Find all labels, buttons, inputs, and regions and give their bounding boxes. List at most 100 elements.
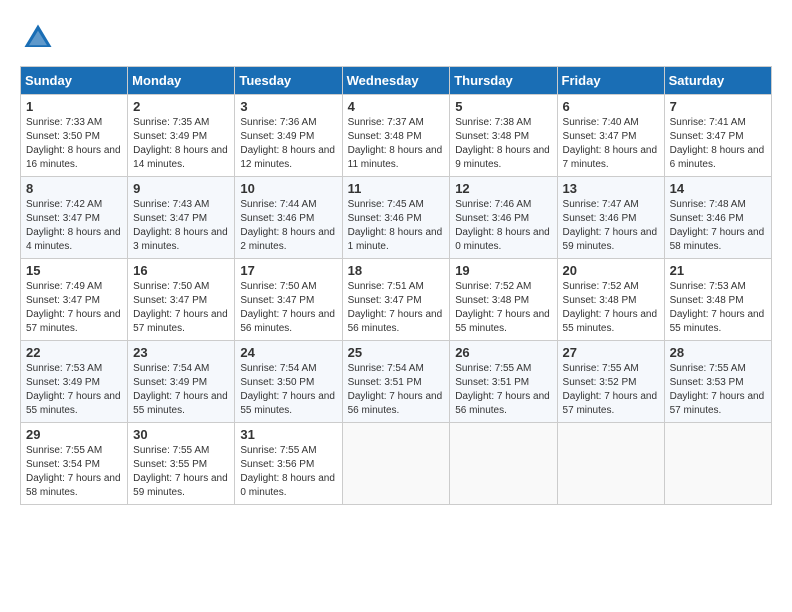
cell-content: Sunrise: 7:36 AMSunset: 3:49 PMDaylight:… — [240, 116, 336, 172]
cell-content: Sunrise: 7:48 AMSunset: 3:46 PMDaylight:… — [670, 198, 766, 254]
calendar-cell: 24 Sunrise: 7:54 AMSunset: 3:50 PMDayligh… — [235, 341, 342, 423]
cell-content: Sunrise: 7:55 AMSunset: 3:53 PMDaylight:… — [670, 362, 766, 418]
day-number: 18 — [348, 263, 445, 278]
cell-content: Sunrise: 7:38 AMSunset: 3:48 PMDaylight:… — [455, 116, 551, 172]
calendar-cell: 10 Sunrise: 7:44 AMSunset: 3:46 PMDayligh… — [235, 177, 342, 259]
calendar-cell: 9 Sunrise: 7:43 AMSunset: 3:47 PMDaylight… — [128, 177, 235, 259]
page-header — [20, 20, 772, 56]
calendar-cell — [557, 423, 664, 505]
cell-content: Sunrise: 7:50 AMSunset: 3:47 PMDaylight:… — [240, 280, 336, 336]
day-number: 1 — [26, 99, 122, 114]
cell-content: Sunrise: 7:54 AMSunset: 3:51 PMDaylight:… — [348, 362, 445, 418]
calendar-cell: 31 Sunrise: 7:55 AMSunset: 3:56 PMDayligh… — [235, 423, 342, 505]
calendar-cell: 22 Sunrise: 7:53 AMSunset: 3:49 PMDayligh… — [21, 341, 128, 423]
calendar-cell: 11 Sunrise: 7:45 AMSunset: 3:46 PMDayligh… — [342, 177, 450, 259]
logo — [20, 20, 62, 56]
calendar-cell: 7 Sunrise: 7:41 AMSunset: 3:47 PMDaylight… — [664, 95, 771, 177]
cell-content: Sunrise: 7:33 AMSunset: 3:50 PMDaylight:… — [26, 116, 122, 172]
day-number: 9 — [133, 181, 229, 196]
calendar-header-monday: Monday — [128, 67, 235, 95]
day-number: 19 — [455, 263, 551, 278]
calendar-cell: 14 Sunrise: 7:48 AMSunset: 3:46 PMDayligh… — [664, 177, 771, 259]
cell-content: Sunrise: 7:50 AMSunset: 3:47 PMDaylight:… — [133, 280, 229, 336]
cell-content: Sunrise: 7:46 AMSunset: 3:46 PMDaylight:… — [455, 198, 551, 254]
day-number: 24 — [240, 345, 336, 360]
calendar-cell: 5 Sunrise: 7:38 AMSunset: 3:48 PMDaylight… — [450, 95, 557, 177]
cell-content: Sunrise: 7:55 AMSunset: 3:54 PMDaylight:… — [26, 444, 122, 500]
calendar-week-3: 15Sunrise: 7:49 AMSunset: 3:47 PMDayligh… — [21, 259, 772, 341]
day-number: 23 — [133, 345, 229, 360]
calendar-header-thursday: Thursday — [450, 67, 557, 95]
day-number: 26 — [455, 345, 551, 360]
cell-content: Sunrise: 7:51 AMSunset: 3:47 PMDaylight:… — [348, 280, 445, 336]
day-number: 11 — [348, 181, 445, 196]
calendar-header-wednesday: Wednesday — [342, 67, 450, 95]
cell-content: Sunrise: 7:53 AMSunset: 3:49 PMDaylight:… — [26, 362, 122, 418]
cell-content: Sunrise: 7:53 AMSunset: 3:48 PMDaylight:… — [670, 280, 766, 336]
cell-content: Sunrise: 7:55 AMSunset: 3:52 PMDaylight:… — [563, 362, 659, 418]
cell-content: Sunrise: 7:43 AMSunset: 3:47 PMDaylight:… — [133, 198, 229, 254]
calendar-cell: 13 Sunrise: 7:47 AMSunset: 3:46 PMDayligh… — [557, 177, 664, 259]
calendar-cell: 6 Sunrise: 7:40 AMSunset: 3:47 PMDaylight… — [557, 95, 664, 177]
calendar-cell: 3 Sunrise: 7:36 AMSunset: 3:49 PMDaylight… — [235, 95, 342, 177]
cell-content: Sunrise: 7:41 AMSunset: 3:47 PMDaylight:… — [670, 116, 766, 172]
cell-content: Sunrise: 7:54 AMSunset: 3:50 PMDaylight:… — [240, 362, 336, 418]
day-number: 31 — [240, 427, 336, 442]
day-number: 20 — [563, 263, 659, 278]
cell-content: Sunrise: 7:47 AMSunset: 3:46 PMDaylight:… — [563, 198, 659, 254]
calendar-cell — [450, 423, 557, 505]
calendar-cell — [342, 423, 450, 505]
calendar-cell: 28 Sunrise: 7:55 AMSunset: 3:53 PMDayligh… — [664, 341, 771, 423]
calendar-table: SundayMondayTuesdayWednesdayThursdayFrid… — [20, 66, 772, 505]
day-number: 6 — [563, 99, 659, 114]
day-number: 25 — [348, 345, 445, 360]
calendar-cell: 19Sunrise: 7:52 AMSunset: 3:48 PMDayligh… — [450, 259, 557, 341]
day-number: 7 — [670, 99, 766, 114]
cell-content: Sunrise: 7:37 AMSunset: 3:48 PMDaylight:… — [348, 116, 445, 172]
cell-content: Sunrise: 7:55 AMSunset: 3:51 PMDaylight:… — [455, 362, 551, 418]
calendar-cell: 4 Sunrise: 7:37 AMSunset: 3:48 PMDaylight… — [342, 95, 450, 177]
day-number: 13 — [563, 181, 659, 196]
cell-content: Sunrise: 7:55 AMSunset: 3:55 PMDaylight:… — [133, 444, 229, 500]
calendar-cell — [664, 423, 771, 505]
calendar-week-1: 1 Sunrise: 7:33 AMSunset: 3:50 PMDaylight… — [21, 95, 772, 177]
calendar-cell: 12 Sunrise: 7:46 AMSunset: 3:46 PMDayligh… — [450, 177, 557, 259]
day-number: 14 — [670, 181, 766, 196]
calendar-cell: 26 Sunrise: 7:55 AMSunset: 3:51 PMDayligh… — [450, 341, 557, 423]
day-number: 22 — [26, 345, 122, 360]
cell-content: Sunrise: 7:55 AMSunset: 3:56 PMDaylight:… — [240, 444, 336, 500]
calendar-header-tuesday: Tuesday — [235, 67, 342, 95]
calendar-week-4: 22 Sunrise: 7:53 AMSunset: 3:49 PMDayligh… — [21, 341, 772, 423]
calendar-cell: 30 Sunrise: 7:55 AMSunset: 3:55 PMDayligh… — [128, 423, 235, 505]
day-number: 15 — [26, 263, 122, 278]
day-number: 21 — [670, 263, 766, 278]
day-number: 30 — [133, 427, 229, 442]
calendar-cell: 25 Sunrise: 7:54 AMSunset: 3:51 PMDayligh… — [342, 341, 450, 423]
logo-icon — [20, 20, 56, 56]
calendar-week-5: 29Sunrise: 7:55 AMSunset: 3:54 PMDayligh… — [21, 423, 772, 505]
day-number: 2 — [133, 99, 229, 114]
day-number: 5 — [455, 99, 551, 114]
calendar-cell: 16 Sunrise: 7:50 AMSunset: 3:47 PMDayligh… — [128, 259, 235, 341]
day-number: 3 — [240, 99, 336, 114]
cell-content: Sunrise: 7:54 AMSunset: 3:49 PMDaylight:… — [133, 362, 229, 418]
calendar-cell: 27 Sunrise: 7:55 AMSunset: 3:52 PMDayligh… — [557, 341, 664, 423]
day-number: 4 — [348, 99, 445, 114]
day-number: 17 — [240, 263, 336, 278]
day-number: 12 — [455, 181, 551, 196]
day-number: 28 — [670, 345, 766, 360]
calendar-cell: 20 Sunrise: 7:52 AMSunset: 3:48 PMDayligh… — [557, 259, 664, 341]
day-number: 27 — [563, 345, 659, 360]
calendar-cell: 15Sunrise: 7:49 AMSunset: 3:47 PMDayligh… — [21, 259, 128, 341]
calendar-header-saturday: Saturday — [664, 67, 771, 95]
cell-content: Sunrise: 7:44 AMSunset: 3:46 PMDaylight:… — [240, 198, 336, 254]
calendar-cell: 17 Sunrise: 7:50 AMSunset: 3:47 PMDayligh… — [235, 259, 342, 341]
day-number: 10 — [240, 181, 336, 196]
calendar-cell: 21 Sunrise: 7:53 AMSunset: 3:48 PMDayligh… — [664, 259, 771, 341]
calendar-header-row: SundayMondayTuesdayWednesdayThursdayFrid… — [21, 67, 772, 95]
day-number: 16 — [133, 263, 229, 278]
cell-content: Sunrise: 7:52 AMSunset: 3:48 PMDaylight:… — [563, 280, 659, 336]
cell-content: Sunrise: 7:40 AMSunset: 3:47 PMDaylight:… — [563, 116, 659, 172]
cell-content: Sunrise: 7:45 AMSunset: 3:46 PMDaylight:… — [348, 198, 445, 254]
calendar-cell: 2Sunrise: 7:35 AMSunset: 3:49 PMDaylight… — [128, 95, 235, 177]
